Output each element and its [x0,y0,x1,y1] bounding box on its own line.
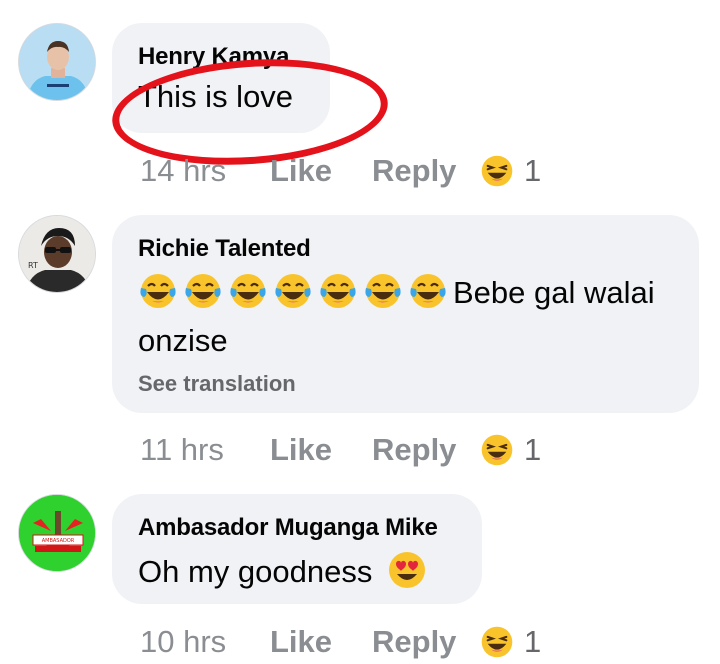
comment-bubble: Henry Kamya This is love [112,23,330,133]
tears-of-joy-icon [363,271,403,311]
avatar[interactable]: AMBASADOR [18,494,96,572]
avatar-image [19,24,95,100]
author-name[interactable]: Henry Kamya [138,43,302,71]
svg-text:RT: RT [28,261,38,270]
see-translation-link[interactable]: See translation [138,371,671,397]
like-button[interactable]: Like [270,624,372,660]
comment-bubble: Ambasador Muganga Mike Oh my goodness [112,494,482,604]
comment-actions: 11 hrs Like Reply 1 [140,430,541,470]
laughing-emoji-icon[interactable] [480,433,514,467]
svg-text:AMBASADOR: AMBASADOR [42,538,75,544]
comment-actions: 10 hrs Like Reply 1 [140,622,541,662]
comment-text-line2: onzise [138,323,228,358]
comment-text: This is love [138,79,294,114]
comment-text-line1: Bebe gal walai [453,275,655,310]
timestamp[interactable]: 11 hrs [140,432,270,468]
tears-of-joy-icon [273,271,313,311]
comment-bubble: Richie Talented Bebe gal walai onzise Se… [112,215,699,413]
reaction-count[interactable]: 1 [524,153,541,189]
like-button[interactable]: Like [270,432,372,468]
reaction-count[interactable]: 1 [524,432,541,468]
avatar-image: RT [19,216,95,292]
heart-eyes-icon [387,550,427,590]
avatar[interactable] [18,23,96,101]
avatar[interactable]: RT [18,215,96,293]
comment-actions: 14 hrs Like Reply 1 [140,151,541,191]
comment-text: Oh my goodness [138,550,454,592]
comment-text-body: Oh my goodness [138,554,373,589]
comment-text: Bebe gal walai [138,271,671,313]
timestamp[interactable]: 14 hrs [140,153,270,189]
reply-button[interactable]: Reply [372,432,480,468]
like-button[interactable]: Like [270,153,372,189]
tears-of-joy-icon [318,271,358,311]
laughing-emoji-icon[interactable] [480,154,514,188]
author-name[interactable]: Richie Talented [138,235,671,263]
tears-of-joy-icon [408,271,448,311]
avatar-image: AMBASADOR [19,495,95,571]
reaction-count[interactable]: 1 [524,624,541,660]
tears-of-joy-icon [228,271,268,311]
reply-button[interactable]: Reply [372,624,480,660]
author-name[interactable]: Ambasador Muganga Mike [138,514,454,542]
tears-of-joy-icon [183,271,223,311]
timestamp[interactable]: 10 hrs [140,624,270,660]
reply-button[interactable]: Reply [372,153,480,189]
laughing-emoji-icon[interactable] [480,625,514,659]
tears-of-joy-icon [138,271,178,311]
